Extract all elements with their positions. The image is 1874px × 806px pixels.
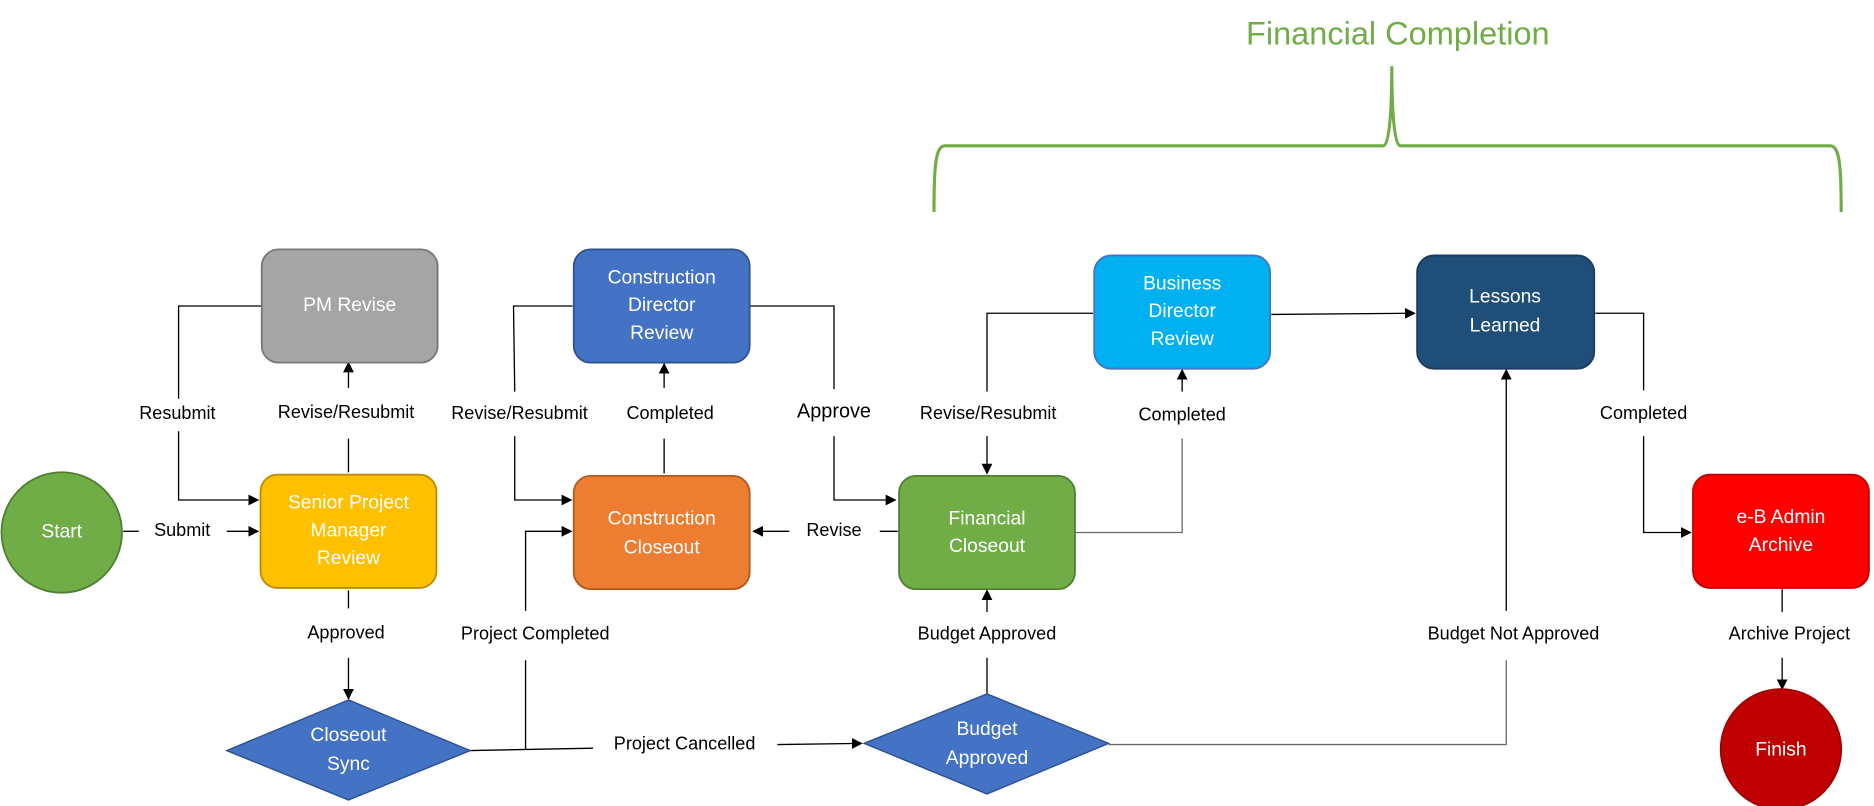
group-title: Financial Completion xyxy=(1246,16,1550,52)
fc-box xyxy=(898,474,1076,591)
node-closeout-sync[interactable]: Closeout Sync xyxy=(224,699,473,801)
edge-project-completed-b xyxy=(524,525,573,611)
financial-completion-group: Financial Completion xyxy=(932,16,1843,213)
edge-label-spm-revise: Revise/Resubmit xyxy=(278,402,415,422)
edge-label-budget-not-approved: Budget Not Approved xyxy=(1428,624,1600,644)
edge-label-fc-completed: Completed xyxy=(1138,404,1225,424)
edge-label-approve: Approve xyxy=(797,400,871,422)
node-bdr-line-1: Business xyxy=(1143,273,1221,294)
edge-bdr-fc-a xyxy=(986,312,1094,392)
node-budget-line-1: Budget xyxy=(956,719,1018,740)
node-lessons-line-2: Learned xyxy=(1470,316,1541,337)
edge-approve-b xyxy=(833,436,897,506)
edge-label-cc-completed: Completed xyxy=(626,403,713,423)
node-fc-line-2: Closeout xyxy=(949,536,1026,557)
node-start[interactable]: Start xyxy=(0,471,123,594)
cc-box xyxy=(572,474,751,591)
edge-project-cancelled-b xyxy=(777,738,863,749)
archive-box xyxy=(1692,473,1870,589)
node-finish[interactable]: Finish xyxy=(1719,688,1843,806)
node-financial-closeout[interactable]: Financial Closeout xyxy=(898,474,1076,591)
edge-cdr-cc-a xyxy=(512,305,573,392)
budget-approved-diamond xyxy=(862,693,1111,795)
edge-label-revise: Revise xyxy=(806,520,861,540)
lessons-box xyxy=(1416,254,1596,370)
edge-label-resubmit: Resubmit xyxy=(139,403,215,423)
node-construction-closeout[interactable]: Construction Closeout xyxy=(572,474,751,591)
node-lessons-line-1: Lessons xyxy=(1469,287,1541,308)
edge-label-cdr-revise: Revise/Resubmit xyxy=(451,403,588,423)
node-eb-admin-archive[interactable]: e-B Admin Archive xyxy=(1692,473,1870,589)
node-business-director-review[interactable]: Business Director Review xyxy=(1093,254,1272,370)
node-start-label: Start xyxy=(41,522,82,543)
edge-lessons-archive-a xyxy=(1595,312,1645,391)
node-cdr-line-2: Director xyxy=(628,295,696,316)
edge-label-project-cancelled: Project Cancelled xyxy=(614,733,756,753)
edge-label-bdr-revise: Revise/Resubmit xyxy=(920,403,1057,423)
node-pm-revise-label: PM Revise xyxy=(303,295,396,316)
closeout-sync-diamond xyxy=(224,699,473,801)
node-cc-line-2: Closeout xyxy=(624,537,701,558)
node-archive-line-2: Archive xyxy=(1749,535,1813,556)
edge-budget-not-approved-a xyxy=(1108,660,1507,746)
edge-cdr-cc-b xyxy=(514,436,573,506)
flowchart-diagram: Financial Completion Submit Revise/Resub… xyxy=(0,16,1870,806)
edge-label-project-completed: Project Completed xyxy=(461,624,610,644)
node-construction-director-review[interactable]: Construction Director Review xyxy=(572,248,751,364)
node-budget-line-2: Approved xyxy=(946,748,1028,769)
node-spm-line-2: Manager xyxy=(310,520,387,541)
node-fc-line-1: Financial xyxy=(948,508,1025,529)
edge-approve-a xyxy=(749,305,835,390)
edge-lessons-archive-b xyxy=(1642,436,1692,538)
node-pm-revise[interactable]: PM Revise xyxy=(260,248,439,364)
node-senior-project-manager-review[interactable]: Senior Project Manager Review xyxy=(259,473,438,589)
edge-fc-bdr-a xyxy=(1074,438,1183,534)
node-lessons-learned[interactable]: Lessons Learned xyxy=(1416,254,1596,370)
edge-pmrevise-spm-b xyxy=(177,431,260,506)
edge-label-lessons-completed: Completed xyxy=(1600,403,1687,423)
node-spm-line-1: Senior Project xyxy=(288,493,410,514)
node-archive-line-1: e-B Admin xyxy=(1737,507,1826,528)
node-finish-label: Finish xyxy=(1755,740,1806,761)
node-bdr-line-3: Review xyxy=(1151,329,1214,350)
edge-bdr-lessons xyxy=(1271,307,1416,319)
nodes: Start Senior Project Manager Review PM R… xyxy=(0,248,1870,806)
node-spm-line-3: Review xyxy=(317,548,380,569)
edge-label-approved: Approved xyxy=(307,622,384,642)
edge-pmrevise-spm-a xyxy=(177,305,262,399)
edge-label-archive-project: Archive Project xyxy=(1729,624,1850,644)
edge-label-budget-approved: Budget Approved xyxy=(918,624,1057,644)
node-cdr-line-3: Review xyxy=(630,323,693,344)
node-closeout-sync-line-1: Closeout xyxy=(310,725,387,746)
edge-label-submit: Submit xyxy=(154,520,210,540)
node-closeout-sync-line-2: Sync xyxy=(327,754,370,775)
node-cc-line-1: Construction xyxy=(608,508,716,529)
node-cdr-line-1: Construction xyxy=(608,267,716,288)
node-bdr-line-2: Director xyxy=(1148,301,1216,322)
curly-brace xyxy=(932,66,1843,213)
node-budget-approved[interactable]: Budget Approved xyxy=(862,693,1111,795)
edge-project-cancelled-a xyxy=(470,747,594,752)
